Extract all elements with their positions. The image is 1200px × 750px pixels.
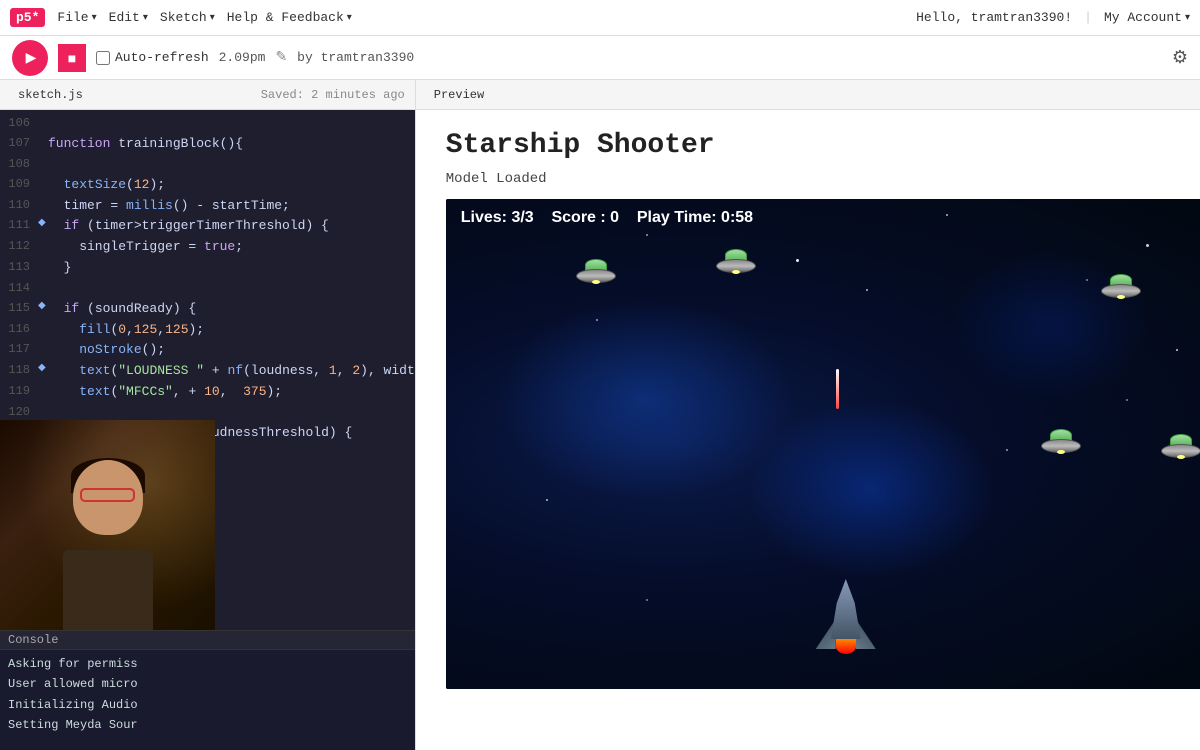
ufo-4 (1041, 429, 1081, 453)
code-line: 111◆ if (timer>triggerTimerThreshold) { (0, 216, 415, 237)
saved-status: Saved: 2 minutes ago (261, 88, 405, 102)
stop-button[interactable] (58, 44, 86, 72)
edit-pencil-icon[interactable]: ✎ (275, 49, 287, 66)
console-line: Asking for permiss (8, 654, 407, 674)
toolbar-time: 2.09pm (219, 50, 266, 65)
code-line: 109 textSize(12); (0, 175, 415, 196)
p5-logo[interactable]: p5* (10, 8, 45, 27)
model-status: Model Loaded (446, 171, 1200, 187)
help-menu[interactable]: Help & Feedback ▾ (227, 10, 352, 25)
ufo-5 (1161, 434, 1200, 458)
code-line: 115◆ if (soundReady) { (0, 299, 415, 320)
code-line: 112 singleTrigger = true; (0, 237, 415, 258)
bullet (836, 369, 839, 409)
code-line: 116 fill(0,125,125); (0, 320, 415, 341)
toolbar: Auto-refresh 2.09pm ✎ by tramtran3390 ⚙ (0, 36, 1200, 80)
code-line: 118◆ text("LOUDNESS " + nf(loudness, 1, … (0, 361, 415, 382)
sketch-js-tab[interactable]: sketch.js (10, 88, 91, 102)
greeting-text: Hello, tramtran3390! (916, 10, 1072, 25)
preview-panel: Preview Starship Shooter Model Loaded (416, 80, 1200, 750)
ufo-3 (1101, 274, 1141, 298)
time-display: Play Time: 0:58 (637, 209, 753, 226)
game-canvas: Lives: 3/3 Score : 0 Play Time: 0:58 (446, 199, 1200, 689)
navbar: p5* File ▾ Edit ▾ Sketch ▾ Help & Feedba… (0, 0, 1200, 36)
play-button[interactable] (12, 40, 48, 76)
console-line: User allowed micro (8, 674, 407, 694)
console-header: Console (0, 631, 415, 650)
file-menu[interactable]: File ▾ (57, 10, 96, 25)
my-account-button[interactable]: My Account ▾ (1104, 10, 1190, 25)
nav-separator: | (1084, 10, 1092, 25)
code-line: 110 timer = millis() - startTime; (0, 196, 415, 217)
code-line: 107function trainingBlock(){ (0, 134, 415, 155)
sketch-menu[interactable]: Sketch ▾ (160, 10, 215, 25)
settings-gear-icon[interactable]: ⚙ (1172, 47, 1188, 69)
score-display: Score : 0 (551, 209, 619, 226)
editor-panel: sketch.js Saved: 2 minutes ago 106107fun… (0, 80, 416, 750)
preview-tabs: Preview (416, 80, 1200, 110)
lives-display: Lives: 3/3 (461, 209, 534, 226)
spaceship (816, 579, 876, 659)
ufo-2 (716, 249, 756, 273)
code-line: 108 (0, 155, 415, 175)
code-line: 114 (0, 279, 415, 299)
code-line: 106 (0, 114, 415, 134)
code-line: 119 text("MFCCs", + 10, 375); (0, 382, 415, 403)
auto-refresh-label: Auto-refresh (96, 50, 209, 65)
console-panel: Console Asking for permissUser allowed m… (0, 630, 415, 750)
person-silhouette (38, 450, 178, 630)
preview-content: Starship Shooter Model Loaded (416, 110, 1200, 750)
game-hud: Lives: 3/3 Score : 0 Play Time: 0:58 (461, 209, 753, 227)
main-area: sketch.js Saved: 2 minutes ago 106107fun… (0, 80, 1200, 750)
preview-title: Starship Shooter (446, 130, 1200, 161)
console-output: Asking for permissUser allowed microInit… (0, 650, 415, 740)
webcam-overlay (0, 420, 215, 630)
code-line: 117 noStroke(); (0, 340, 415, 361)
code-line: 113 } (0, 258, 415, 279)
toolbar-user: by tramtran3390 (297, 50, 414, 65)
console-line: Initializing Audio (8, 695, 407, 715)
edit-menu[interactable]: Edit ▾ (109, 10, 148, 25)
preview-tab[interactable]: Preview (426, 88, 492, 102)
auto-refresh-checkbox[interactable] (96, 51, 110, 65)
console-line: Setting Meyda Sour (8, 715, 407, 735)
ufo-1 (576, 259, 616, 283)
editor-tabs: sketch.js Saved: 2 minutes ago (0, 80, 415, 110)
